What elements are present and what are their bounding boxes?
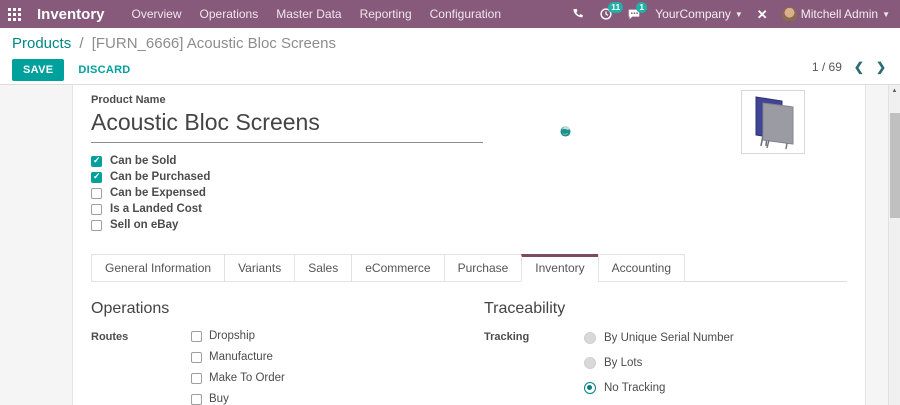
user-avatar [782,7,797,22]
record-pager: 1 / 69 ❮ ❯ [812,60,886,74]
pager-previous-icon[interactable]: ❮ [854,60,864,74]
checkbox-icon[interactable] [91,172,102,183]
product-flags: Can be Sold Can be Purchased Can be Expe… [91,153,847,233]
inventory-tab-page: Operations Routes Dropship Manufacture [91,300,847,405]
breadcrumb: Products / [FURN_6666] Acoustic Bloc Scr… [12,35,888,52]
tab-purchase[interactable]: Purchase [444,254,523,282]
notebook-tabs: General Information Variants Sales eComm… [91,254,847,282]
studio-tools-icon[interactable]: ✕ [757,8,768,21]
tracking-none-option[interactable]: No Tracking [584,378,847,397]
radio-icon[interactable] [584,332,596,344]
chevron-down-icon: ▼ [882,10,890,19]
route-make-to-order[interactable]: Make To Order [191,370,454,386]
flag-can-be-sold[interactable]: Can be Sold [91,153,847,169]
messages-count-badge: 1 [636,2,647,13]
company-name: YourCompany [655,7,731,21]
menu-overview[interactable]: Overview [123,0,191,28]
tab-general-information[interactable]: General Information [91,254,225,282]
breadcrumb-separator: / [79,35,83,52]
routes-options: Dropship Manufacture Make To Order [191,328,454,405]
checkbox-icon[interactable] [91,156,102,167]
chevron-down-icon: ▼ [735,10,743,19]
flag-can-be-purchased[interactable]: Can be Purchased [91,169,847,185]
route-dropship[interactable]: Dropship [191,328,454,344]
operations-title: Operations [91,300,454,318]
tab-sales[interactable]: Sales [294,254,352,282]
flag-sell-on-ebay[interactable]: Sell on eBay [91,217,847,233]
menu-reporting[interactable]: Reporting [351,0,421,28]
route-buy[interactable]: Buy [191,391,454,405]
form-view: Product Name Acoustic Bloc Screens Can b… [0,85,900,405]
checkbox-icon[interactable] [191,373,202,384]
tracking-lots-option[interactable]: By Lots [584,353,847,372]
traceability-title: Traceability [484,300,847,318]
tracking-label: Tracking [484,328,584,403]
checkbox-icon[interactable] [191,331,202,342]
tab-ecommerce[interactable]: eCommerce [351,254,444,282]
user-name: Mitchell Admin [801,7,878,21]
breadcrumb-products-link[interactable]: Products [12,35,71,52]
save-button[interactable]: SAVE [12,59,64,81]
apps-menu-icon[interactable] [8,8,21,21]
menu-master-data[interactable]: Master Data [267,0,350,28]
activities-icon[interactable]: 11 [599,7,613,21]
flag-is-landed-cost[interactable]: Is a Landed Cost [91,201,847,217]
tracking-serial-option[interactable]: By Unique Serial Number [584,328,847,347]
product-name-input[interactable]: Acoustic Bloc Screens [91,106,483,143]
scrollbar-thumb[interactable] [890,113,900,218]
tab-variants[interactable]: Variants [224,254,295,282]
checkbox-icon[interactable] [91,204,102,215]
app-title[interactable]: Inventory [37,6,105,23]
tab-inventory[interactable]: Inventory [521,254,598,282]
vertical-scrollbar[interactable]: ▲ [888,85,900,405]
checkbox-icon[interactable] [91,188,102,199]
messages-icon[interactable]: 1 [627,7,641,21]
product-image[interactable] [741,90,805,154]
checkbox-icon[interactable] [191,394,202,405]
menu-configuration[interactable]: Configuration [421,0,510,28]
flag-can-be-expensed[interactable]: Can be Expensed [91,185,847,201]
activities-count-badge: 11 [608,2,623,13]
product-name-label: Product Name [91,94,847,106]
checkbox-icon[interactable] [91,220,102,231]
control-panel: Products / [FURN_6666] Acoustic Bloc Scr… [0,28,900,85]
top-navbar: Inventory Overview Operations Master Dat… [0,0,900,28]
discard-button[interactable]: DISCARD [78,64,130,76]
scrollbar-up-arrow-icon[interactable]: ▲ [889,85,900,94]
user-menu[interactable]: Mitchell Admin ▼ [782,7,890,22]
pager-counter: 1 / 69 [812,60,842,74]
form-sheet: Product Name Acoustic Bloc Screens Can b… [72,85,866,405]
menu-operations[interactable]: Operations [191,0,268,28]
route-manufacture[interactable]: Manufacture [191,349,454,365]
radio-icon[interactable] [584,382,596,394]
breadcrumb-current: [FURN_6666] Acoustic Bloc Screens [92,35,336,52]
operations-group: Operations Routes Dropship Manufacture [91,300,454,405]
tracking-options: By Unique Serial Number By Lots No Track… [584,328,847,403]
radio-icon[interactable] [584,357,596,369]
traceability-group: Traceability Tracking By Unique Serial N… [484,300,847,405]
translate-globe-icon[interactable] [560,124,571,135]
checkbox-icon[interactable] [191,352,202,363]
main-menu: Overview Operations Master Data Reportin… [123,0,511,28]
pager-next-icon[interactable]: ❯ [876,60,886,74]
tab-accounting[interactable]: Accounting [598,254,685,282]
company-switcher[interactable]: YourCompany ▼ [655,7,743,21]
phone-icon[interactable] [572,8,585,21]
routes-label: Routes [91,328,191,405]
